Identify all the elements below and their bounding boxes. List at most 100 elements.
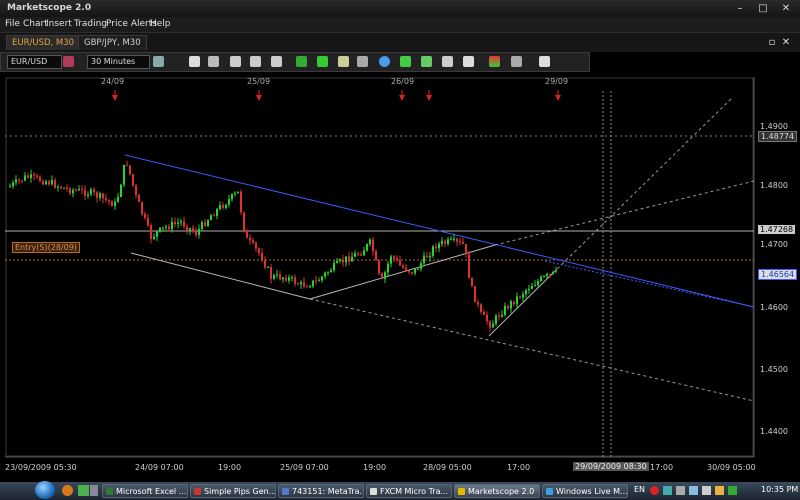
fibonacci-icon[interactable]: [442, 56, 453, 67]
candle-body: [420, 263, 422, 269]
volume-icon[interactable]: [702, 486, 711, 495]
tray-icon[interactable]: [728, 486, 737, 495]
add-indicator-icon[interactable]: [296, 56, 307, 67]
taskbar-item-marketscope[interactable]: Marketscope 2.0: [454, 484, 540, 498]
start-button[interactable]: [35, 481, 55, 499]
menu-help[interactable]: Help: [150, 19, 171, 29]
candle-body: [129, 165, 131, 175]
candle-body: [144, 213, 146, 218]
candle-body: [192, 228, 194, 232]
channel-icon[interactable]: [421, 56, 432, 67]
eraser-icon[interactable]: [539, 56, 550, 67]
order-icon[interactable]: [511, 56, 522, 67]
candle-body: [294, 277, 296, 284]
candle-body: [498, 315, 500, 317]
new-chart-icon[interactable]: [189, 56, 200, 67]
chart-tab-bar: EUR/USD, M30 GBP/JPY, M30 ▫ ✕: [0, 33, 800, 52]
candle-body: [51, 180, 53, 185]
show-desktop-icon[interactable]: [90, 485, 98, 496]
candle-body: [285, 277, 287, 281]
price-chart[interactable]: 24/09 25/09 26/09 29/09 1.4900 1.4800 1.…: [5, 77, 800, 484]
candle-body: [528, 288, 530, 291]
candle-body: [450, 238, 452, 240]
tray-icon[interactable]: [715, 486, 724, 495]
tray-icon[interactable]: [663, 486, 672, 495]
restore-chart-icon[interactable]: ▫: [766, 36, 778, 49]
maximize-button[interactable]: □: [752, 2, 774, 15]
top-date-label: 24/09: [101, 77, 125, 86]
candle-body: [297, 283, 299, 285]
candle-body: [390, 256, 392, 264]
zoom-in-icon[interactable]: [230, 56, 241, 67]
zoom-out-icon[interactable]: [250, 56, 261, 67]
close-chart-icon[interactable]: ✕: [780, 36, 792, 49]
candle-body: [381, 273, 383, 279]
candle-body: [501, 314, 503, 317]
candle-body: [78, 188, 80, 191]
candle-body: [537, 281, 539, 286]
tab-eurusd[interactable]: EUR/USD, M30: [6, 35, 81, 50]
tray-icon[interactable]: [676, 486, 685, 495]
candle-body: [159, 227, 161, 232]
current-price-label: 1.46564: [758, 269, 798, 280]
taskbar-item-fxcm[interactable]: FXCM Micro Tra...: [366, 484, 452, 498]
tab-gbpjpy[interactable]: GBP/JPY, M30: [78, 35, 147, 50]
event-arrow-marker: [112, 90, 118, 101]
candle-body: [219, 205, 221, 209]
zoom-fit-icon[interactable]: [271, 56, 282, 67]
chart-type-icon[interactable]: [153, 56, 164, 67]
blue-trendline-projection: [544, 260, 755, 308]
steep-line: [488, 272, 554, 337]
template-icon[interactable]: [208, 56, 219, 67]
properties-icon[interactable]: [357, 56, 368, 67]
candle-body: [279, 274, 281, 280]
chart-canvas[interactable]: [5, 77, 800, 484]
candle-body: [111, 201, 113, 207]
clock[interactable]: 10:35 PM: [761, 485, 798, 494]
menu-trading[interactable]: Trading: [74, 19, 107, 29]
taskbar-item-simple-pips[interactable]: Simple Pips Gen...: [190, 484, 276, 498]
candle-body: [261, 252, 263, 261]
taskbar-item-windows-live[interactable]: Windows Live M...: [542, 484, 628, 498]
taskbar-item-excel[interactable]: Microsoft Excel ...: [102, 484, 188, 498]
candle-body: [123, 164, 125, 185]
taskbar-item-metatrader[interactable]: 743151: MetaTra...: [278, 484, 364, 498]
candle-body: [396, 258, 398, 261]
candle-body: [165, 226, 167, 228]
buy-sell-icon[interactable]: [489, 56, 500, 67]
trendline-icon[interactable]: [400, 56, 411, 67]
symbol-link-icon[interactable]: [63, 56, 74, 67]
candle-body: [174, 221, 176, 224]
firefox-icon[interactable]: [62, 485, 73, 496]
strategy-icon[interactable]: [338, 56, 349, 67]
symbol-select[interactable]: EUR/USD: [7, 55, 62, 69]
candle-body: [360, 254, 362, 256]
signal-icon[interactable]: [317, 56, 328, 67]
window-title: Marketscope 2.0: [7, 3, 92, 13]
candle-body: [177, 222, 179, 224]
quicklaunch-icon[interactable]: [78, 485, 89, 496]
menu-chart[interactable]: Chart: [23, 19, 48, 29]
candle-body: [207, 220, 209, 227]
candle-body: [417, 268, 419, 270]
candle-body: [408, 271, 410, 273]
language-indicator[interactable]: EN: [634, 485, 645, 494]
menu-file[interactable]: File: [5, 19, 20, 29]
taskbar-item-label: Microsoft Excel ...: [116, 487, 187, 496]
price-tick: 1.4400: [760, 427, 788, 436]
candle-body: [93, 189, 95, 193]
minimize-button[interactable]: –: [729, 2, 751, 15]
menu-insert[interactable]: Insert: [46, 19, 72, 29]
close-button[interactable]: ✕: [775, 2, 797, 15]
candle-body: [87, 194, 89, 196]
network-icon[interactable]: [689, 486, 698, 495]
candle-body: [264, 260, 266, 268]
tray-icon[interactable]: [650, 486, 659, 495]
candle-body: [282, 277, 284, 280]
entry-order-label[interactable]: Entry(S)(28/09): [12, 242, 80, 253]
candle-body: [102, 193, 104, 199]
taskbar-item-label: Marketscope 2.0: [468, 487, 535, 496]
globe-icon[interactable]: [379, 56, 390, 67]
timeframe-select[interactable]: 30 Minutes: [87, 55, 150, 69]
text-tool-icon[interactable]: [463, 56, 474, 67]
